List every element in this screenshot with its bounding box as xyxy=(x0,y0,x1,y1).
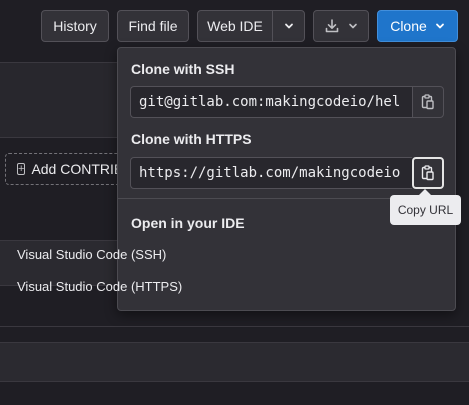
chevron-down-icon xyxy=(284,23,293,29)
history-label: History xyxy=(53,18,97,34)
readme-header xyxy=(0,342,469,382)
copy-https-url-button[interactable] xyxy=(412,157,444,189)
repo-info-panel xyxy=(0,62,124,138)
plus-square-icon: + xyxy=(17,163,26,175)
clone-button[interactable]: Clone xyxy=(377,10,458,42)
download-icon xyxy=(325,19,339,33)
web-ide-label: Web IDE xyxy=(207,18,263,34)
chevron-down-icon xyxy=(435,23,444,29)
web-ide-dropdown-toggle[interactable] xyxy=(272,10,305,42)
clipboard-icon xyxy=(421,165,434,181)
tooltip-text: Copy URL xyxy=(397,203,454,217)
clone-ssh-heading: Clone with SSH xyxy=(131,61,235,77)
open-in-ide-heading: Open in your IDE xyxy=(131,215,245,231)
find-file-label: Find file xyxy=(128,18,178,34)
clone-https-heading: Clone with HTTPS xyxy=(131,131,252,147)
web-ide-button[interactable]: Web IDE xyxy=(197,10,273,42)
clone-dropdown: Clone with SSH git@gitlab.com:makingcode… xyxy=(117,47,456,311)
clone-label: Clone xyxy=(390,18,427,34)
find-file-button[interactable]: Find file xyxy=(117,10,189,42)
clipboard-icon xyxy=(421,94,434,110)
copy-url-tooltip: Copy URL xyxy=(390,189,461,225)
copy-ssh-url-button[interactable] xyxy=(412,86,444,118)
open-vscode-ssh-item[interactable]: Visual Studio Code (SSH) xyxy=(17,247,166,262)
https-url-group: https://gitlab.com/makingcodeio xyxy=(130,157,444,189)
ssh-url-group: git@gitlab.com:makingcodeio/hel xyxy=(130,86,444,118)
open-vscode-https-item[interactable]: Visual Studio Code (HTTPS) xyxy=(17,279,182,294)
chevron-down-icon xyxy=(349,23,357,29)
download-button[interactable] xyxy=(313,10,369,42)
repository-page: + Add CONTRIBUTING History Find file Web… xyxy=(0,0,469,405)
https-url-field[interactable]: https://gitlab.com/makingcodeio xyxy=(130,157,412,189)
add-contributing-button[interactable]: + Add CONTRIBUTING xyxy=(5,153,135,185)
ssh-url-field[interactable]: git@gitlab.com:makingcodeio/hel xyxy=(130,86,412,118)
history-button[interactable]: History xyxy=(41,10,109,42)
